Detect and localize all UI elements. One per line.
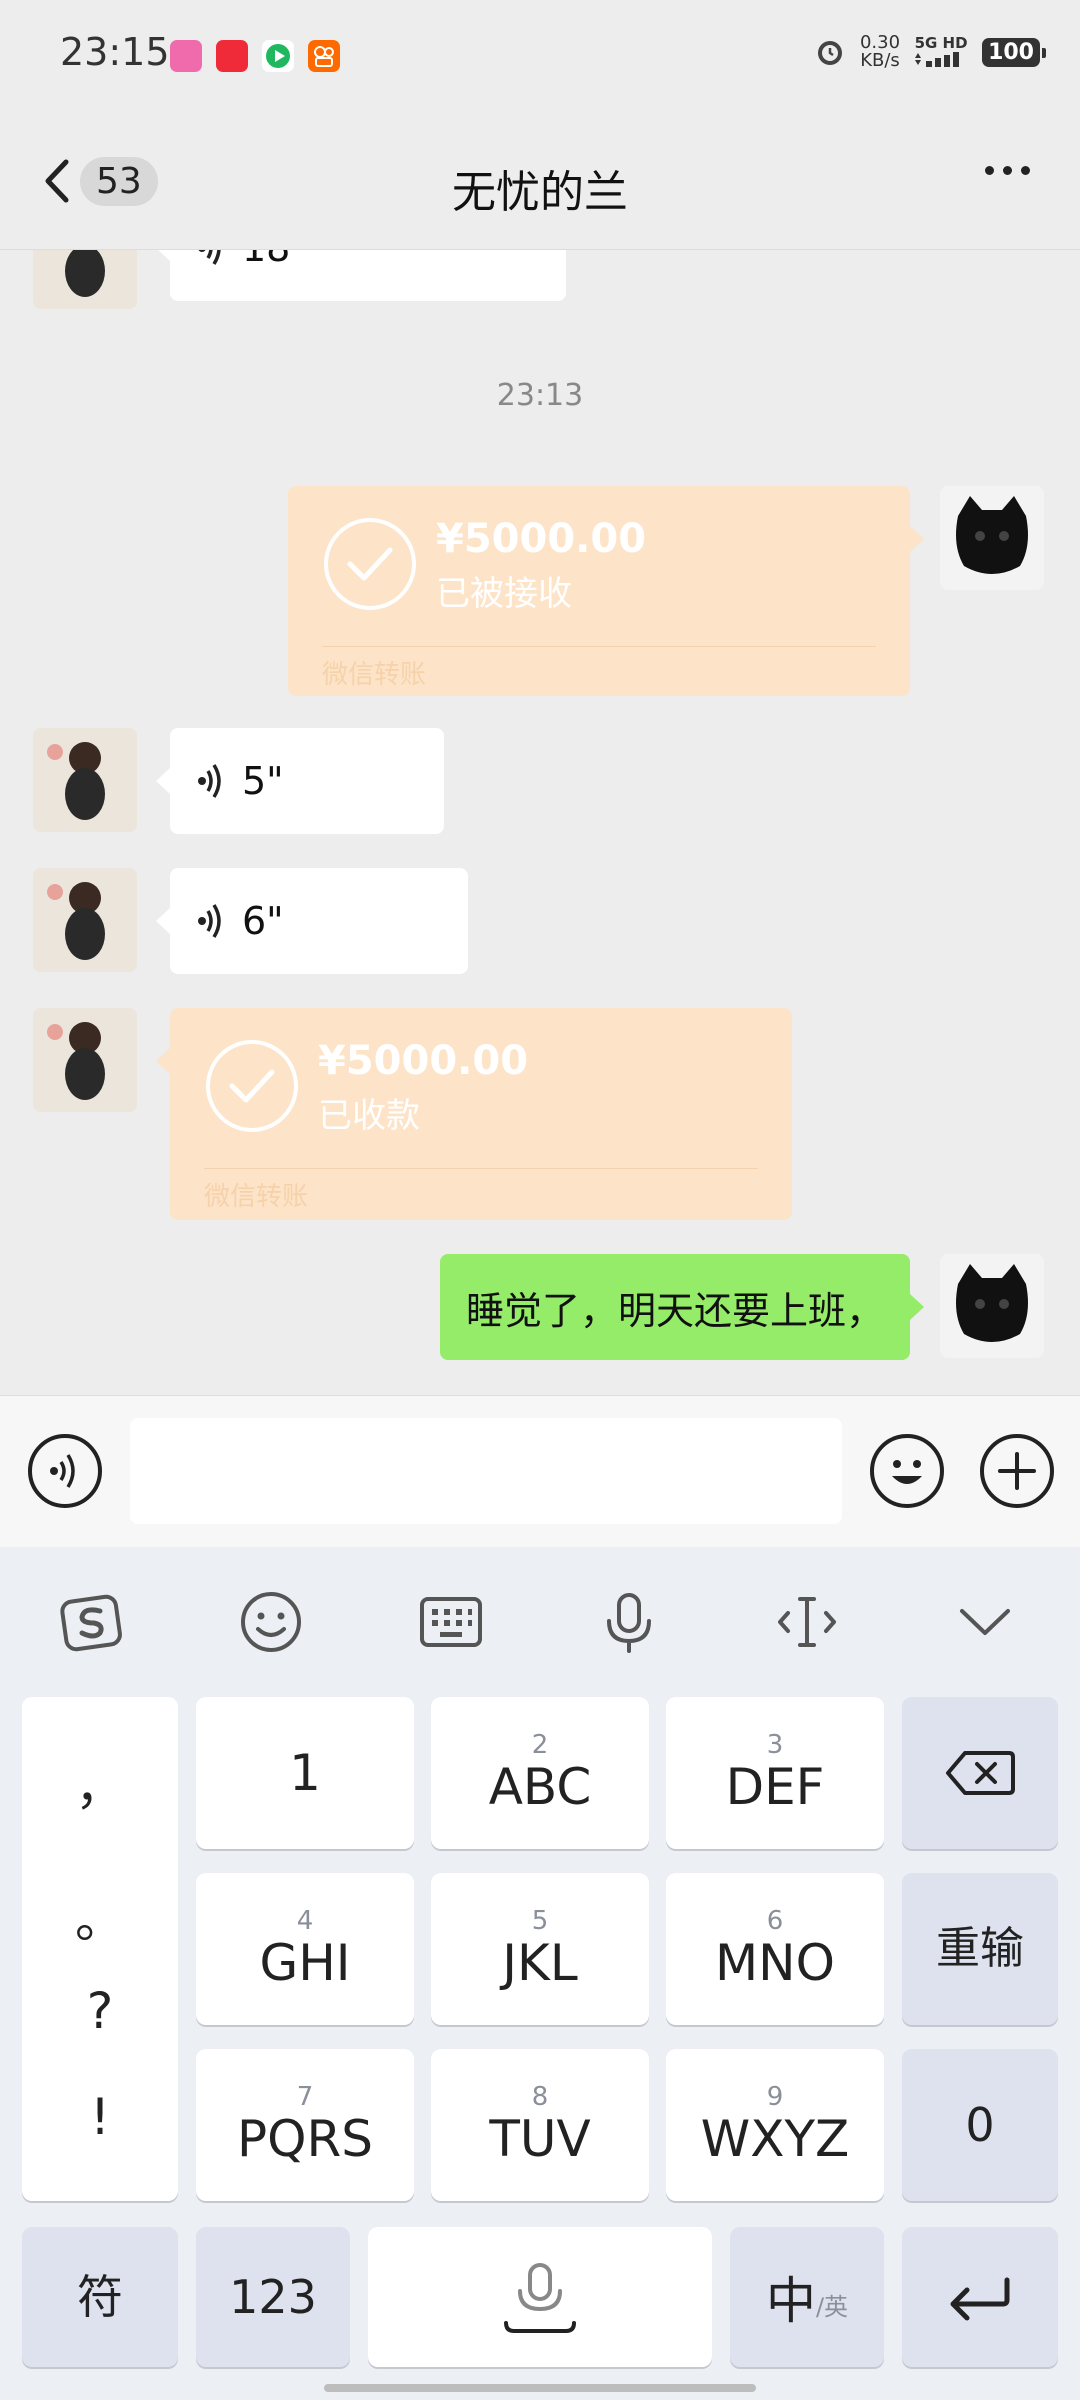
punct-key[interactable]: ? bbox=[22, 1982, 178, 2040]
reinput-key[interactable]: 重输 bbox=[902, 1873, 1058, 2025]
chat-header: 53 无忧的兰 bbox=[0, 110, 1080, 250]
voice-duration: 6" bbox=[242, 899, 284, 943]
key-def[interactable]: 3 DEF bbox=[666, 1697, 884, 1849]
message-timestamp: 23:13 bbox=[496, 378, 584, 413]
emoji-button[interactable] bbox=[870, 1434, 944, 1508]
key-0[interactable]: 0 bbox=[902, 2049, 1058, 2201]
backspace-key[interactable] bbox=[902, 1697, 1058, 1849]
contact-avatar[interactable] bbox=[33, 250, 137, 309]
check-circle-icon bbox=[206, 1040, 298, 1132]
numeric-key[interactable]: 123 bbox=[196, 2227, 350, 2367]
transfer-status: 已被接收 bbox=[436, 574, 572, 614]
voice-message[interactable]: 5" bbox=[156, 728, 444, 834]
punct-key[interactable]: ! bbox=[22, 2088, 178, 2146]
language-switch-key[interactable]: 中 /英 bbox=[730, 2227, 884, 2367]
contact-avatar[interactable] bbox=[33, 1008, 137, 1112]
notification-icons bbox=[170, 40, 340, 72]
input-bar bbox=[0, 1395, 1080, 1547]
voice-duration: 18" bbox=[242, 250, 308, 270]
emoji-panel-icon[interactable] bbox=[238, 1589, 304, 1655]
transfer-amount: ¥5000.00 bbox=[436, 516, 647, 562]
voice-wave-icon bbox=[198, 250, 221, 265]
voice-wave-icon bbox=[198, 764, 221, 798]
plus-icon bbox=[998, 1452, 1036, 1490]
status-bar: 23:15 0.30 KB/s 5G HD 100 bbox=[0, 0, 1080, 110]
key-mno[interactable]: 6 MNO bbox=[666, 1873, 884, 2025]
more-options-button[interactable] bbox=[985, 166, 1030, 175]
cursor-move-icon[interactable] bbox=[774, 1589, 840, 1655]
collapse-keyboard-icon[interactable] bbox=[952, 1589, 1018, 1655]
dot-icon bbox=[985, 166, 994, 175]
transfer-divider bbox=[322, 646, 876, 647]
chat-message-list[interactable]: 18" 23:13 ¥5000.00 已被接收 微信转账 5" 6" ¥5000 bbox=[0, 250, 1080, 1395]
key-ghi[interactable]: 4 GHI bbox=[196, 1873, 414, 2025]
backspace-icon bbox=[946, 1751, 1015, 1795]
punctuation-column[interactable]: ， 。 ? ! bbox=[22, 1697, 178, 2201]
symbol-key[interactable]: 符 bbox=[22, 2227, 178, 2367]
transfer-card-sent[interactable]: ¥5000.00 已被接收 微信转账 bbox=[288, 486, 924, 696]
key-pqrs[interactable]: 7 PQRS bbox=[196, 2049, 414, 2201]
more-actions-button[interactable] bbox=[980, 1434, 1054, 1508]
microphone-icon bbox=[504, 2263, 576, 2333]
keyboard-toolbar bbox=[0, 1547, 1080, 1697]
net-speed: 0.30 KB/s bbox=[859, 32, 901, 71]
key-jkl[interactable]: 5 JKL bbox=[431, 1873, 649, 2025]
xiaohongshu-icon bbox=[216, 40, 248, 72]
sogou-logo-icon[interactable] bbox=[58, 1589, 124, 1655]
microphone-icon[interactable] bbox=[596, 1589, 662, 1655]
enter-key[interactable] bbox=[902, 2227, 1058, 2367]
message-input[interactable] bbox=[130, 1418, 842, 1524]
punct-key[interactable]: 。 bbox=[22, 1880, 178, 1952]
voice-wave-icon bbox=[198, 904, 221, 938]
chat-title: 无忧的兰 bbox=[452, 167, 628, 218]
transfer-label: 微信转账 bbox=[322, 660, 427, 690]
voice-wave-icon bbox=[50, 1454, 75, 1488]
battery-indicator: 100 bbox=[982, 37, 1046, 67]
voice-input-toggle[interactable] bbox=[28, 1434, 102, 1508]
transfer-status: 已收款 bbox=[318, 1096, 420, 1136]
enter-icon bbox=[950, 2277, 1010, 2321]
transfer-divider bbox=[204, 1168, 758, 1169]
voice-message[interactable]: 6" bbox=[156, 868, 468, 974]
space-voice-key[interactable] bbox=[368, 2227, 712, 2367]
key-wxyz[interactable]: 9 WXYZ bbox=[666, 2049, 884, 2201]
keyboard: ， 。 ? ! 1 2 ABC 3 DEF 4 GHI 5 JKL 6 MNO … bbox=[0, 1547, 1080, 2400]
transfer-label: 微信转账 bbox=[204, 1182, 309, 1212]
signal-indicator: 5G HD bbox=[914, 35, 968, 70]
contact-avatar[interactable] bbox=[33, 728, 137, 832]
check-circle-icon bbox=[324, 518, 416, 610]
transfer-card-received[interactable]: ¥5000.00 已收款 微信转账 bbox=[156, 1008, 792, 1220]
contact-avatar[interactable] bbox=[33, 868, 137, 972]
key-abc[interactable]: 2 ABC bbox=[431, 1697, 649, 1849]
home-indicator[interactable] bbox=[324, 2384, 756, 2392]
status-right: 0.30 KB/s 5G HD 100 bbox=[814, 32, 1046, 71]
voice-message[interactable]: 18" bbox=[156, 250, 566, 301]
punct-key[interactable]: ， bbox=[22, 1747, 178, 1819]
kuaishou-icon bbox=[308, 40, 340, 72]
video-app-icon bbox=[262, 40, 294, 72]
status-time: 23:15 bbox=[60, 30, 170, 74]
my-avatar[interactable] bbox=[940, 486, 1044, 590]
voice-duration: 5" bbox=[242, 759, 284, 803]
text-message-sent[interactable]: 睡觉了，明天还要上班， bbox=[439, 1254, 925, 1360]
signal-bars-icon bbox=[915, 51, 960, 67]
bilibili-icon bbox=[170, 40, 202, 72]
key-1[interactable]: 1 bbox=[196, 1697, 414, 1849]
key-tuv[interactable]: 8 TUV bbox=[431, 2049, 649, 2201]
transfer-amount: ¥5000.00 bbox=[318, 1038, 529, 1084]
alarm-icon bbox=[817, 41, 842, 65]
smile-icon bbox=[892, 1460, 922, 1484]
dot-icon bbox=[1003, 166, 1012, 175]
dot-icon bbox=[1021, 166, 1030, 175]
my-avatar[interactable] bbox=[940, 1254, 1044, 1358]
keyboard-layout-icon[interactable] bbox=[418, 1589, 484, 1655]
